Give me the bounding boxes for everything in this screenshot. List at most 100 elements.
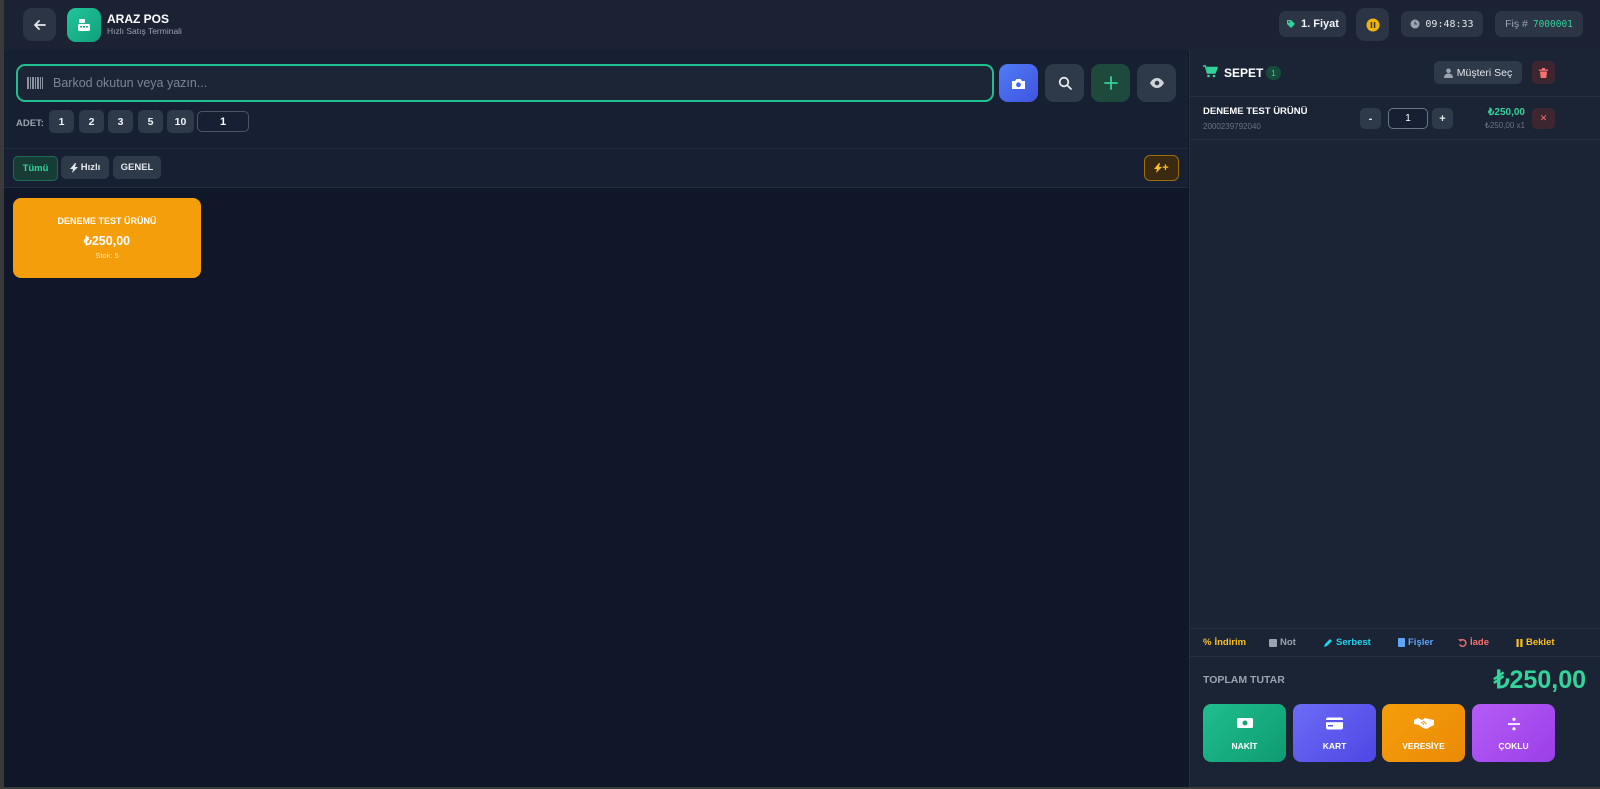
barcode-icon <box>27 77 43 89</box>
camera-scan-button[interactable] <box>999 64 1038 102</box>
cart-item-barcode: 2000239792040 <box>1203 122 1261 131</box>
pencil-icon <box>1324 639 1332 647</box>
pause-icon <box>1516 638 1523 647</box>
undo-icon <box>1458 639 1467 647</box>
increase-qty-button[interactable]: + <box>1432 108 1453 129</box>
app-logo <box>67 8 101 42</box>
eye-icon <box>1149 78 1164 88</box>
category-bar: Tümü Hızlı GENEL + <box>4 149 1188 188</box>
card-label: KART <box>1322 741 1347 751</box>
discount-button[interactable]: % İndirim <box>1203 637 1246 648</box>
category-all-tab[interactable]: Tümü <box>13 156 58 181</box>
cash-register-icon <box>78 19 90 31</box>
search-button[interactable] <box>1045 64 1084 102</box>
quick-add-label: + <box>1162 162 1169 174</box>
discount-label: İndirim <box>1214 637 1247 648</box>
trash-icon <box>1539 67 1548 78</box>
qty-preset-10[interactable]: 10 <box>167 110 194 133</box>
split-label: ÇOKLU <box>1498 741 1529 751</box>
cart-item-qty-input[interactable]: 1 <box>1388 108 1428 129</box>
search-icon <box>1058 76 1072 90</box>
qty-preset-5[interactable]: 5 <box>138 110 163 133</box>
cart-count-badge: 1 <box>1266 66 1281 80</box>
total-amount: ₺250,00 <box>1493 666 1586 694</box>
qty-preset-2[interactable]: 2 <box>79 110 104 133</box>
barcode-input[interactable] <box>51 75 992 91</box>
receipt-icon <box>1398 638 1405 647</box>
product-price: ₺250,00 <box>83 234 131 248</box>
split-payment-button[interactable]: ÇOKLU <box>1472 704 1555 762</box>
receipt-label: Fiş # <box>1505 18 1528 30</box>
cart-item-unit-price: ₺250,00 x1 <box>1484 121 1525 130</box>
remove-item-button[interactable]: ✕ <box>1532 108 1555 129</box>
select-customer-label: Müşteri Seç <box>1456 66 1513 79</box>
qty-preset-1[interactable]: 1 <box>49 110 74 133</box>
clock-icon <box>1410 19 1420 29</box>
clock: 09:48:33 <box>1401 11 1483 37</box>
note-icon <box>1269 638 1277 647</box>
cart-title: SEPET <box>1224 66 1264 80</box>
cash-payment-button[interactable]: NAKİT <box>1203 704 1286 762</box>
pos-app: ARAZ POS Hızlı Satış Terminali 1. Fiyat … <box>4 0 1600 787</box>
hold-button[interactable] <box>1356 8 1389 41</box>
top-bar: ARAZ POS Hızlı Satış Terminali 1. Fiyat … <box>4 0 1600 51</box>
search-panel: ADET: 1 2 3 5 10 1 <box>4 50 1188 149</box>
cart-item: DENEME TEST ÜRÜNÜ 2000239792040 - 1 + ₺2… <box>1190 96 1600 140</box>
card-payment-button[interactable]: KART <box>1293 704 1376 762</box>
total-label: TOPLAM TUTAR <box>1203 674 1285 686</box>
category-fast-tab[interactable]: Hızlı <box>61 156 109 179</box>
hold-sale-label: Beklet <box>1526 637 1555 648</box>
add-product-button[interactable] <box>1091 64 1130 102</box>
credit-card-icon <box>1326 717 1343 730</box>
cash-label: NAKİT <box>1231 741 1258 751</box>
percent-icon: % <box>1203 637 1212 648</box>
clear-cart-button[interactable] <box>1532 61 1555 84</box>
quantity-input[interactable]: 1 <box>197 111 249 132</box>
tag-icon <box>1287 20 1296 28</box>
price-level-button[interactable]: 1. Fiyat <box>1279 11 1346 37</box>
quick-product-button[interactable]: + <box>1144 155 1179 181</box>
cart-header: SEPET 1 Müşteri Seç <box>1190 50 1600 96</box>
app-name: ARAZ POS <box>107 12 170 26</box>
cart-item-total: ₺250,00 <box>1488 107 1525 118</box>
back-button[interactable] <box>23 8 56 41</box>
clock-time: 09:48:33 <box>1425 18 1474 30</box>
decrease-qty-button[interactable]: - <box>1360 108 1381 129</box>
note-button[interactable]: Not <box>1269 637 1296 648</box>
qty-preset-3[interactable]: 3 <box>108 110 133 133</box>
bolt-icon <box>1154 163 1163 173</box>
banknote-icon <box>1236 718 1253 728</box>
category-fast-label: Hızlı <box>80 162 101 173</box>
receipt-no: 7000001 <box>1532 18 1573 30</box>
hold-sale-button[interactable]: Beklet <box>1516 637 1555 648</box>
free-price-button[interactable]: Serbest <box>1324 637 1371 648</box>
cart-item-name: DENEME TEST ÜRÜNÜ <box>1203 106 1308 117</box>
note-label: Not <box>1280 637 1296 648</box>
plus-icon <box>1103 76 1118 90</box>
camera-icon <box>1012 78 1025 89</box>
credit-label: VERESİYE <box>1402 741 1445 751</box>
pause-icon <box>1366 18 1379 31</box>
cart-icon <box>1203 65 1218 78</box>
select-customer-button[interactable]: Müşteri Seç <box>1434 61 1522 84</box>
arrow-left-icon <box>33 19 46 30</box>
user-icon <box>1443 68 1453 78</box>
cart-panel: SEPET 1 Müşteri Seç DENEME TEST ÜRÜNÜ 20… <box>1189 50 1600 787</box>
category-genel-tab[interactable]: GENEL <box>113 156 161 179</box>
credit-payment-button[interactable]: VERESİYE <box>1382 704 1465 762</box>
receipts-label: Fişler <box>1408 637 1434 648</box>
bolt-icon <box>69 162 78 173</box>
preview-button[interactable] <box>1137 64 1176 102</box>
cart-actions: % İndirim Not Serbest Fişler İade Beklet <box>1190 628 1600 657</box>
refund-button[interactable]: İade <box>1458 637 1489 648</box>
receipt-number: Fiş # 7000001 <box>1495 11 1583 37</box>
refund-label: İade <box>1470 637 1490 648</box>
handshake-icon <box>1413 718 1434 729</box>
app-subtitle: Hızlı Satış Terminali <box>107 26 182 36</box>
quantity-label: ADET: <box>16 118 44 129</box>
receipts-button[interactable]: Fişler <box>1398 637 1433 648</box>
price-level-label: 1. Fiyat <box>1301 18 1339 30</box>
barcode-search[interactable] <box>16 64 994 102</box>
product-name: DENEME TEST ÜRÜNÜ <box>57 216 157 226</box>
product-card[interactable]: DENEME TEST ÜRÜNÜ ₺250,00 Stok: 5 <box>13 198 201 278</box>
